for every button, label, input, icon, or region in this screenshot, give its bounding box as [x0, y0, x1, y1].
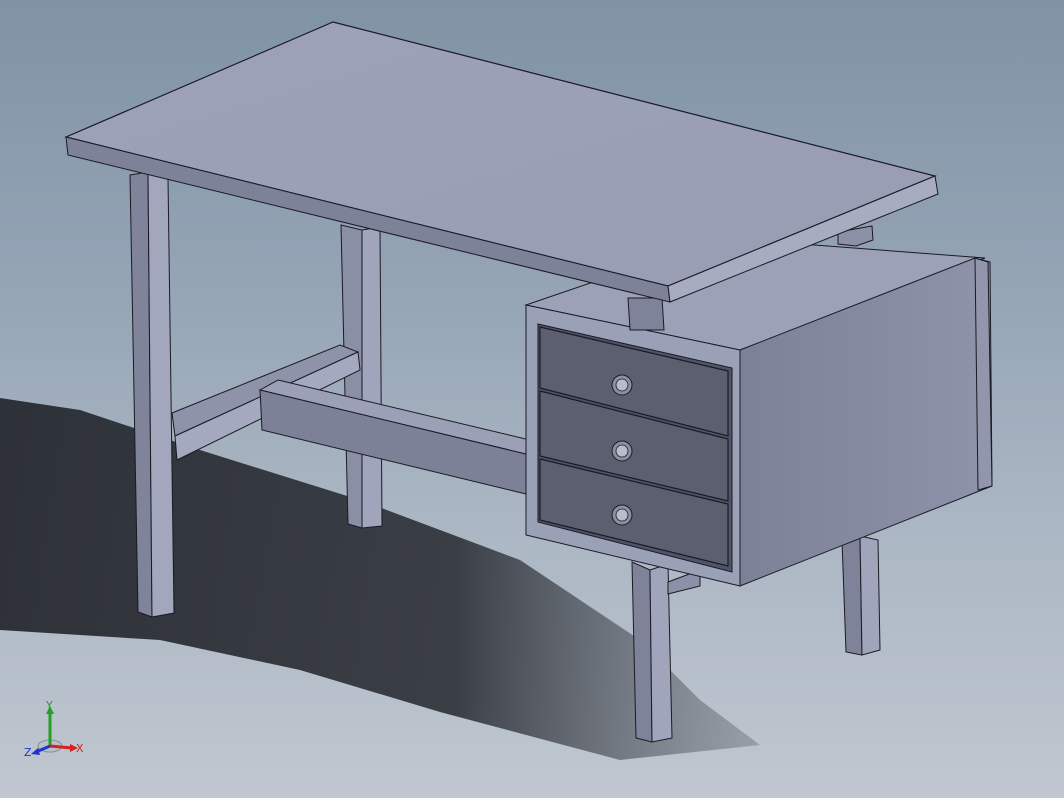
orientation-triad[interactable]: Y X Z: [20, 700, 90, 760]
triad-x-label: X: [76, 742, 84, 755]
drawer-1-knob[interactable]: [611, 374, 633, 396]
triad-z-arrow-icon: [31, 748, 40, 755]
back-right-leg[interactable]: [841, 535, 881, 656]
front-left-leg[interactable]: [129, 171, 175, 618]
triad-y-label: Y: [45, 700, 53, 712]
drawer-2-knob[interactable]: [611, 440, 633, 462]
long-stretcher[interactable]: [258, 379, 531, 496]
drawer-3-knob[interactable]: [611, 504, 633, 526]
graphics-viewport[interactable]: Y X Z: [0, 0, 1064, 798]
front-right-leg[interactable]: [631, 561, 673, 743]
desk-model-view[interactable]: [0, 0, 1064, 798]
triad-x-axis: [49, 744, 73, 750]
top-support-front: [627, 297, 665, 331]
triad-z-label: Z: [24, 746, 32, 759]
